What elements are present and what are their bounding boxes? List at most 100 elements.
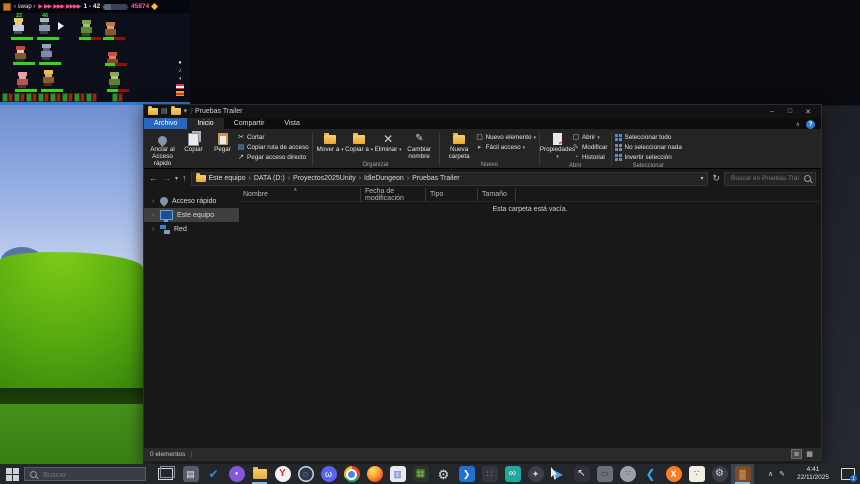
tab-inicio[interactable]: Inicio <box>187 118 223 129</box>
new-item-button[interactable]: ▢Nuevo elemento▾ <box>476 133 536 142</box>
task-view-button[interactable] <box>158 468 173 480</box>
explorer-search-box[interactable] <box>724 172 816 186</box>
explorer-titlebar[interactable]: ▤ ▾ | Pruebas Trailer – □ ✕ <box>144 105 821 118</box>
dev-app-button[interactable]: ❯ <box>455 464 478 484</box>
refresh-icon[interactable]: ↻ <box>712 174 720 183</box>
breadcrumb-item[interactable]: Proyectos2025Unity <box>293 175 356 182</box>
edit-button[interactable]: ✎Modificar <box>572 143 608 152</box>
recent-locations-icon[interactable]: ▾ <box>175 176 178 182</box>
chrome-button[interactable] <box>340 464 363 484</box>
forward-button[interactable]: → <box>162 174 171 183</box>
invert-selection-button[interactable]: Invertir selección <box>615 153 682 162</box>
pen-tool-icon[interactable]: ✎ <box>779 471 785 478</box>
music-icon[interactable]: ♪ <box>179 68 182 74</box>
rename-button[interactable]: ✎ Cambiar nombre <box>403 130 436 161</box>
easy-access-button[interactable]: ▸Fácil acceso▾ <box>476 143 536 152</box>
unit-slot-1[interactable] <box>14 93 25 102</box>
sidebar-item-quick-access[interactable]: ›Acceso rápido <box>144 194 239 208</box>
column-header-0[interactable]: Nombre∧ <box>239 188 361 201</box>
unit-slot-6[interactable] <box>74 93 85 102</box>
file-explorer-button[interactable] <box>248 464 271 484</box>
paste-button[interactable]: Pegar <box>208 130 237 154</box>
unit-slot-8[interactable] <box>112 93 123 102</box>
notes-app-button[interactable]: ▤ <box>179 464 202 484</box>
game-window[interactable]: ‹ swap › ▶▶▶▶▶▶▶▶▶▶ 1 - 42 45874 22 46 ●… <box>0 0 190 105</box>
copy-button[interactable]: Copiar <box>179 130 208 154</box>
sell-tile[interactable] <box>44 93 49 102</box>
copy-to-button[interactable]: Copiar a ▾ <box>345 130 374 154</box>
breadcrumb-item[interactable]: DATA (D:) <box>254 175 285 182</box>
game-window-button[interactable]: ▓ <box>731 464 754 484</box>
unit-slot-2[interactable] <box>26 93 37 102</box>
swap-button[interactable]: ‹ swap › <box>14 4 35 10</box>
sell-tile[interactable] <box>92 93 97 102</box>
unit-slot-0[interactable] <box>2 93 13 102</box>
start-button[interactable] <box>0 464 24 484</box>
quick-access-folder-icon[interactable] <box>171 108 181 115</box>
open-button[interactable]: ▢Abrir▾ <box>572 133 608 142</box>
quick-access-dropdown-icon[interactable]: ▾ <box>184 108 188 115</box>
sell-tile[interactable] <box>20 93 25 102</box>
notification-center-icon[interactable]: 1 <box>841 468 855 480</box>
cut-button[interactable]: ✂Cortar <box>237 133 309 142</box>
media-tool-button[interactable]: ∷ <box>478 464 501 484</box>
sell-tile[interactable] <box>56 93 61 102</box>
sidebar-item-network[interactable]: ›Red <box>144 222 239 236</box>
sidebar-item-this-pc[interactable]: ›Este equipo <box>144 208 239 222</box>
tab-compartir[interactable]: Compartir <box>224 118 275 129</box>
column-header-3[interactable]: Tamaño <box>478 188 516 201</box>
game-menu-icon[interactable] <box>3 3 11 11</box>
sell-tile[interactable] <box>8 93 13 102</box>
aseprite-button[interactable]: ∵ <box>685 464 708 484</box>
copy-path-button[interactable]: ▤Copiar ruta de acceso <box>237 143 309 152</box>
thumbnails-view-icon[interactable]: ▦ <box>804 449 815 459</box>
select-all-button[interactable]: Seleccionar todo <box>615 133 682 142</box>
tab-vista[interactable]: Vista <box>274 118 309 129</box>
delete-button[interactable]: ✕ Eliminar ▾ <box>374 130 403 154</box>
help-icon[interactable]: ? <box>806 120 815 129</box>
yandex-browser-button[interactable]: Y <box>271 464 294 484</box>
todo-check-button[interactable]: ✔ <box>202 464 225 484</box>
speed-2x-button[interactable]: ▶▶ <box>44 3 51 10</box>
tray-chevron-icon[interactable]: ∧ <box>768 471 773 478</box>
unit-slot-5[interactable] <box>62 93 73 102</box>
unit-slot-3[interactable] <box>38 93 49 102</box>
breadcrumb-item[interactable]: Este equipo <box>209 175 246 182</box>
sell-tile[interactable] <box>32 93 37 102</box>
sell-tile[interactable] <box>118 93 123 102</box>
gimp-button[interactable]: ∵ <box>616 464 639 484</box>
move-to-button[interactable]: Mover a ▾ <box>316 130 345 154</box>
properties-button[interactable]: Propiedades ▾ <box>543 130 572 161</box>
taskbar-search-input[interactable] <box>41 469 140 480</box>
system-monitor-button[interactable]: ▭ <box>593 464 616 484</box>
vscode-button[interactable]: ❮ <box>639 464 662 484</box>
firefox-button[interactable] <box>363 464 386 484</box>
new-folder-button[interactable]: Nueva carpeta <box>443 130 476 161</box>
close-button[interactable]: ✕ <box>799 105 817 118</box>
minimize-button[interactable]: – <box>763 105 781 118</box>
column-header-2[interactable]: Tipo <box>426 188 478 201</box>
discord-button[interactable]: ω <box>317 464 340 484</box>
collapse-ribbon-icon[interactable]: ∧ <box>796 121 800 128</box>
teal-app-button[interactable]: ∞ <box>501 464 524 484</box>
speed-3x-button[interactable]: ▶▶▶ <box>53 3 64 10</box>
calculator-app-button[interactable]: ▦ <box>409 464 432 484</box>
address-field[interactable]: Este equipo›DATA (D:)›Proyectos2025Unity… <box>191 172 709 186</box>
maximize-button[interactable]: □ <box>781 105 799 118</box>
speed-1x-button[interactable]: ▶ <box>38 3 42 10</box>
utility-app-button[interactable]: ↖ <box>570 464 593 484</box>
tab-archivo[interactable]: Archivo <box>144 118 187 129</box>
details-view-icon[interactable]: ≣ <box>791 449 802 459</box>
speed-4x-button[interactable]: ▶▶▶▶ <box>66 3 80 10</box>
xampp-button[interactable]: X <box>662 464 685 484</box>
github-desktop-button[interactable]: ● <box>225 464 248 484</box>
banner-red-icon[interactable] <box>176 84 184 89</box>
taskbar-search-box[interactable] <box>24 467 146 481</box>
up-button[interactable]: ↑ <box>182 174 187 183</box>
settings-gear-button[interactable]: ⚙ <box>432 464 455 484</box>
unit-slot-7[interactable] <box>86 93 97 102</box>
taskbar-clock[interactable]: 4:41 22/11/2025 <box>791 466 835 483</box>
explorer-search-input[interactable] <box>729 174 801 183</box>
history-button[interactable]: ◔Historial <box>572 153 608 162</box>
sell-tile[interactable] <box>68 93 73 102</box>
